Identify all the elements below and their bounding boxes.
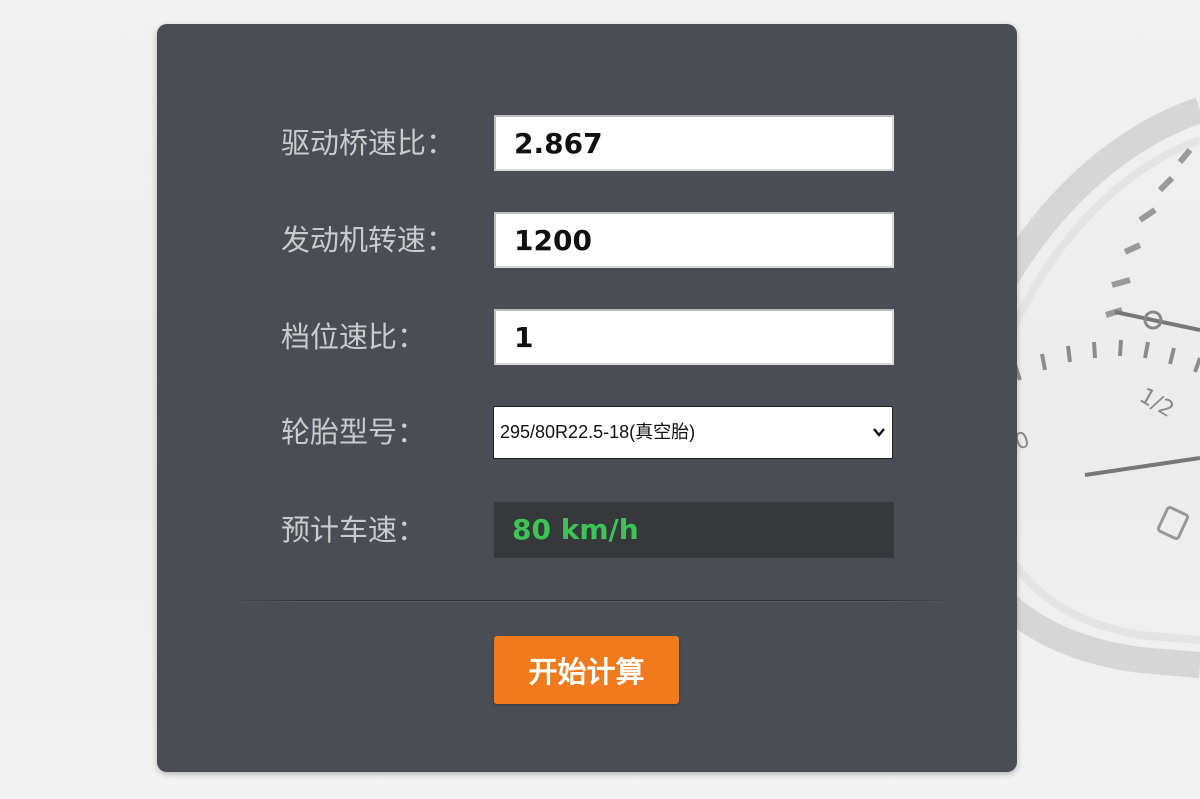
estimated-speed-row: 预计车速： 80 km/h [157,502,1017,558]
engine-speed-row: 发动机转速： [157,212,1017,268]
estimated-speed-value: 80 km/h [494,502,894,558]
axle-ratio-label: 驱动桥速比： [281,126,456,160]
axle-ratio-row: 驱动桥速比： [157,115,1017,171]
chevron-down-icon [873,428,885,437]
gear-ratio-label: 档位速比： [281,320,427,354]
divider-highlight [227,601,957,602]
engine-speed-label: 发动机转速： [281,223,456,257]
estimated-speed-label: 预计车速： [281,513,427,547]
tire-model-label: 轮胎型号： [281,415,427,449]
gear-ratio-row: 档位速比： [157,309,1017,365]
tire-model-row: 轮胎型号： 295/80R22.5-18(真空胎) [157,404,1017,460]
gear-ratio-input[interactable] [494,309,894,365]
tire-model-select[interactable]: 295/80R22.5-18(真空胎) [493,406,893,459]
svg-text:1/2: 1/2 [1135,384,1178,423]
tire-model-selected-value: 295/80R22.5-18(真空胎) [500,422,696,442]
engine-speed-input[interactable] [494,212,894,268]
axle-ratio-input[interactable] [494,115,894,171]
calculate-button[interactable]: 开始计算 [494,636,679,704]
calculator-panel: 驱动桥速比： 发动机转速： 档位速比： 轮胎型号： 295/80R22.5-18… [157,24,1017,772]
